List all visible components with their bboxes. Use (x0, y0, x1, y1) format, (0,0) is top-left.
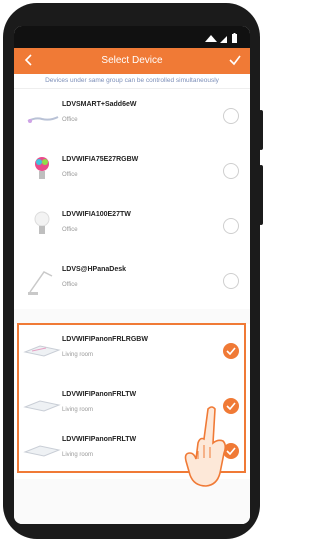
device-room: Living room (62, 407, 94, 413)
select-checkbox[interactable] (223, 163, 239, 179)
bulb-icon (22, 205, 62, 245)
nav-bar (14, 502, 250, 524)
status-bar (14, 26, 250, 48)
checkmark-icon (226, 347, 236, 355)
status-icons (202, 31, 242, 43)
title-bar: Select Device (14, 48, 250, 74)
device-row[interactable]: LDVWIFIPanonFRLRGBW Living room (14, 324, 250, 379)
device-room: Living room (62, 352, 94, 358)
group-notice: Devices under same group can be controll… (14, 74, 250, 89)
device-room: Living room (62, 452, 94, 458)
device-row[interactable]: LDVWIFIA75E27RGBW Office (14, 144, 250, 199)
device-row[interactable]: LDVWIFIA100E27TW Office (14, 199, 250, 254)
panel-light-icon (22, 385, 62, 425)
device-name: LDVWIFIA100E27TW (62, 211, 131, 218)
power-button (259, 110, 263, 150)
device-name: LDVWIFIPanonFRLTW (62, 391, 137, 398)
device-room: Office (62, 282, 78, 288)
wifi-icon (205, 35, 217, 42)
page-title: Select Device (101, 55, 163, 66)
battery-icon (232, 34, 237, 43)
device-name: LDVWIFIPanonFRLTW (62, 436, 137, 443)
select-checkbox[interactable] (223, 218, 239, 234)
device-name: LDVWIFIA75E27RGBW (62, 156, 139, 163)
panel-light-icon (22, 430, 62, 470)
device-name: LDVWIFIPanonFRLRGBW (62, 336, 148, 343)
select-checkbox[interactable] (223, 343, 239, 359)
select-checkbox[interactable] (223, 108, 239, 124)
device-room: Office (62, 227, 78, 233)
device-name: LDVS@HPanaDesk (62, 266, 127, 273)
pointing-hand-icon (180, 403, 228, 493)
device-name: LDVSMART+Sadd6eW (62, 101, 137, 108)
select-checkbox[interactable] (223, 273, 239, 289)
device-row[interactable]: LDVSMART+Sadd6eW Office (14, 89, 250, 144)
volume-button (259, 165, 263, 225)
rgb-bulb-icon (22, 150, 62, 190)
device-row[interactable]: LDVS@HPanaDesk Office (14, 254, 250, 309)
device-room: Office (62, 117, 78, 123)
confirm-button[interactable] (226, 51, 244, 69)
signal-icon (220, 36, 227, 43)
checkmark-icon (229, 55, 241, 66)
device-room: Office (62, 172, 78, 178)
panel-light-icon (22, 330, 62, 370)
strip-light-icon (22, 95, 62, 135)
desk-lamp-icon (22, 260, 62, 300)
